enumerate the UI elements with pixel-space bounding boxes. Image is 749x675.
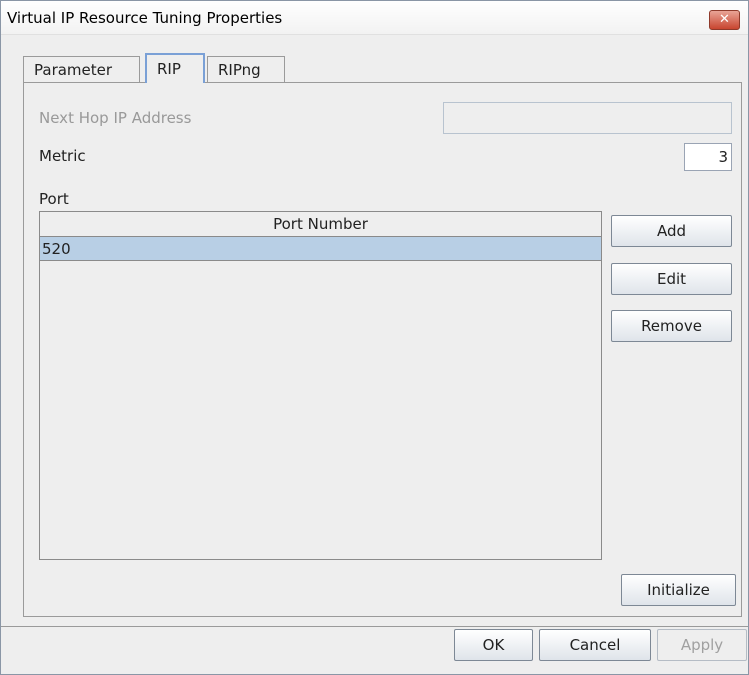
tab-parameter[interactable]: Parameter: [23, 56, 140, 82]
cancel-button[interactable]: Cancel: [539, 629, 651, 661]
tab-label: Parameter: [34, 61, 113, 79]
remove-button[interactable]: Remove: [611, 310, 732, 342]
add-button[interactable]: Add: [611, 215, 732, 247]
title-bar[interactable]: Virtual IP Resource Tuning Properties ✕: [1, 1, 748, 35]
footer-divider: [1, 626, 748, 627]
port-label: Port: [39, 190, 69, 208]
close-button[interactable]: ✕: [709, 10, 740, 30]
tab-rip[interactable]: RIP: [145, 53, 205, 83]
metric-label: Metric: [39, 147, 86, 165]
port-number-cell: 520: [42, 240, 71, 258]
tab-ripng[interactable]: RIPng: [207, 56, 285, 82]
metric-field[interactable]: 3: [684, 143, 732, 171]
table-row[interactable]: 520: [40, 237, 601, 261]
metric-value: 3: [718, 148, 728, 166]
tab-label: RIPng: [218, 61, 261, 79]
port-table[interactable]: Port Number 520: [39, 211, 602, 560]
dialog-window: Virtual IP Resource Tuning Properties ✕ …: [0, 0, 749, 675]
apply-button: Apply: [657, 629, 747, 661]
column-header-port-number[interactable]: Port Number: [40, 212, 601, 237]
tab-label: RIP: [157, 60, 181, 78]
next-hop-ip-field: [443, 102, 732, 134]
next-hop-label: Next Hop IP Address: [39, 109, 192, 127]
edit-button[interactable]: Edit: [611, 263, 732, 295]
ok-button[interactable]: OK: [454, 629, 533, 661]
window-title: Virtual IP Resource Tuning Properties: [7, 9, 283, 27]
close-icon: ✕: [719, 12, 730, 27]
initialize-button[interactable]: Initialize: [621, 574, 736, 606]
